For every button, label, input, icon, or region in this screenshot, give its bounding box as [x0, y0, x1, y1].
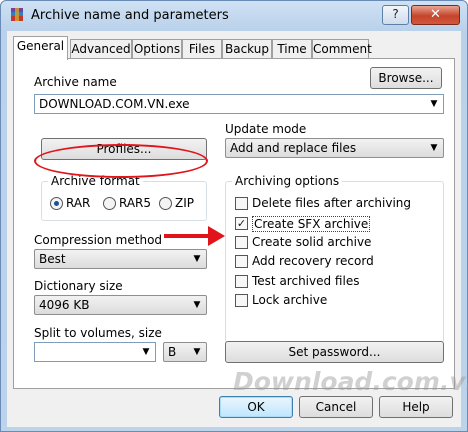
archive-name-input[interactable]: DOWNLOAD.COM.VN.exe ▼	[34, 94, 444, 114]
split-unit-value: B	[168, 345, 177, 359]
annotation-arrow-icon	[164, 226, 225, 246]
general-panel: Archive name Browse... DOWNLOAD.COM.VN.e…	[13, 58, 455, 389]
radio-rar[interactable]	[50, 197, 63, 210]
dictionary-select[interactable]: 4096 KB ▼	[34, 295, 207, 315]
archiving-options-group: Archiving options Delete files after arc…	[225, 174, 444, 343]
checkbox-create-solid[interactable]	[235, 236, 248, 249]
tab-general[interactable]: General	[13, 36, 68, 60]
create-sfx-label[interactable]: Create SFX archive	[252, 216, 371, 232]
archiving-options-title: Archiving options	[232, 174, 343, 188]
compression-select[interactable]: Best ▼	[34, 249, 207, 269]
ok-button[interactable]: OK	[219, 396, 293, 418]
compression-value: Best	[39, 252, 66, 266]
set-password-button[interactable]: Set password...	[225, 341, 444, 363]
split-unit-select[interactable]: B ▼	[163, 342, 207, 362]
archive-name-label: Archive name	[34, 75, 117, 89]
radio-rar5-label[interactable]: RAR5	[119, 196, 151, 210]
watermark-text: Download.com.vn	[233, 367, 468, 396]
compression-label: Compression method	[34, 233, 163, 247]
delete-files-label[interactable]: Delete files after archiving	[252, 196, 411, 210]
radio-zip-label[interactable]: ZIP	[175, 196, 194, 210]
checkbox-create-sfx[interactable]: ✓	[235, 217, 248, 230]
chevron-down-icon[interactable]: ▼	[139, 343, 153, 361]
window-title: Archive name and parameters	[31, 8, 229, 23]
tab-files[interactable]: Files	[182, 39, 222, 59]
radio-zip[interactable]	[159, 197, 172, 210]
tab-options[interactable]: Options	[132, 39, 182, 59]
archive-format-group: Archive format RAR RAR5 ZIP	[41, 174, 207, 221]
tab-advanced[interactable]: Advanced	[70, 39, 132, 59]
close-button[interactable]: ✕	[411, 5, 460, 25]
chevron-down-icon: ▼	[193, 254, 201, 264]
radio-rar5[interactable]	[103, 197, 116, 210]
archive-name-value: DOWNLOAD.COM.VN.exe	[39, 97, 190, 111]
annotation-oval	[34, 144, 208, 178]
tab-backup[interactable]: Backup	[222, 39, 272, 59]
cancel-button[interactable]: Cancel	[299, 396, 373, 418]
update-mode-label: Update mode	[225, 122, 307, 136]
winrar-icon	[11, 8, 23, 21]
chevron-down-icon: ▼	[193, 347, 201, 357]
test-files-label[interactable]: Test archived files	[252, 274, 359, 288]
split-label: Split to volumes, size	[34, 326, 162, 340]
dialog-window: Archive name and parameters ? ✕ General …	[0, 0, 468, 432]
split-size-input[interactable]: ▼	[34, 342, 156, 362]
create-solid-label[interactable]: Create solid archive	[252, 235, 371, 249]
tab-comment[interactable]: Comment	[312, 39, 372, 59]
lock-archive-label[interactable]: Lock archive	[252, 293, 327, 307]
radio-rar-label[interactable]: RAR	[66, 196, 90, 210]
recovery-record-label[interactable]: Add recovery record	[252, 254, 374, 268]
update-mode-select[interactable]: Add and replace files ▼	[225, 138, 444, 158]
checkbox-test-files[interactable]	[235, 275, 248, 288]
help-title-button[interactable]: ?	[382, 5, 409, 25]
checkbox-lock-archive[interactable]	[235, 294, 248, 307]
update-mode-value: Add and replace files	[230, 141, 357, 155]
chevron-down-icon: ▼	[193, 300, 201, 310]
chevron-down-icon: ▼	[430, 143, 438, 153]
checkbox-delete-files[interactable]	[235, 197, 248, 210]
checkbox-recovery-record[interactable]	[235, 255, 248, 268]
dictionary-value: 4096 KB	[39, 298, 90, 312]
chevron-down-icon[interactable]: ▼	[427, 95, 441, 113]
browse-button[interactable]: Browse...	[370, 67, 442, 89]
tab-time[interactable]: Time	[272, 39, 312, 59]
help-button[interactable]: Help	[379, 396, 453, 418]
title-bar[interactable]: Archive name and parameters ? ✕	[1, 1, 467, 31]
dictionary-label: Dictionary size	[34, 279, 123, 293]
